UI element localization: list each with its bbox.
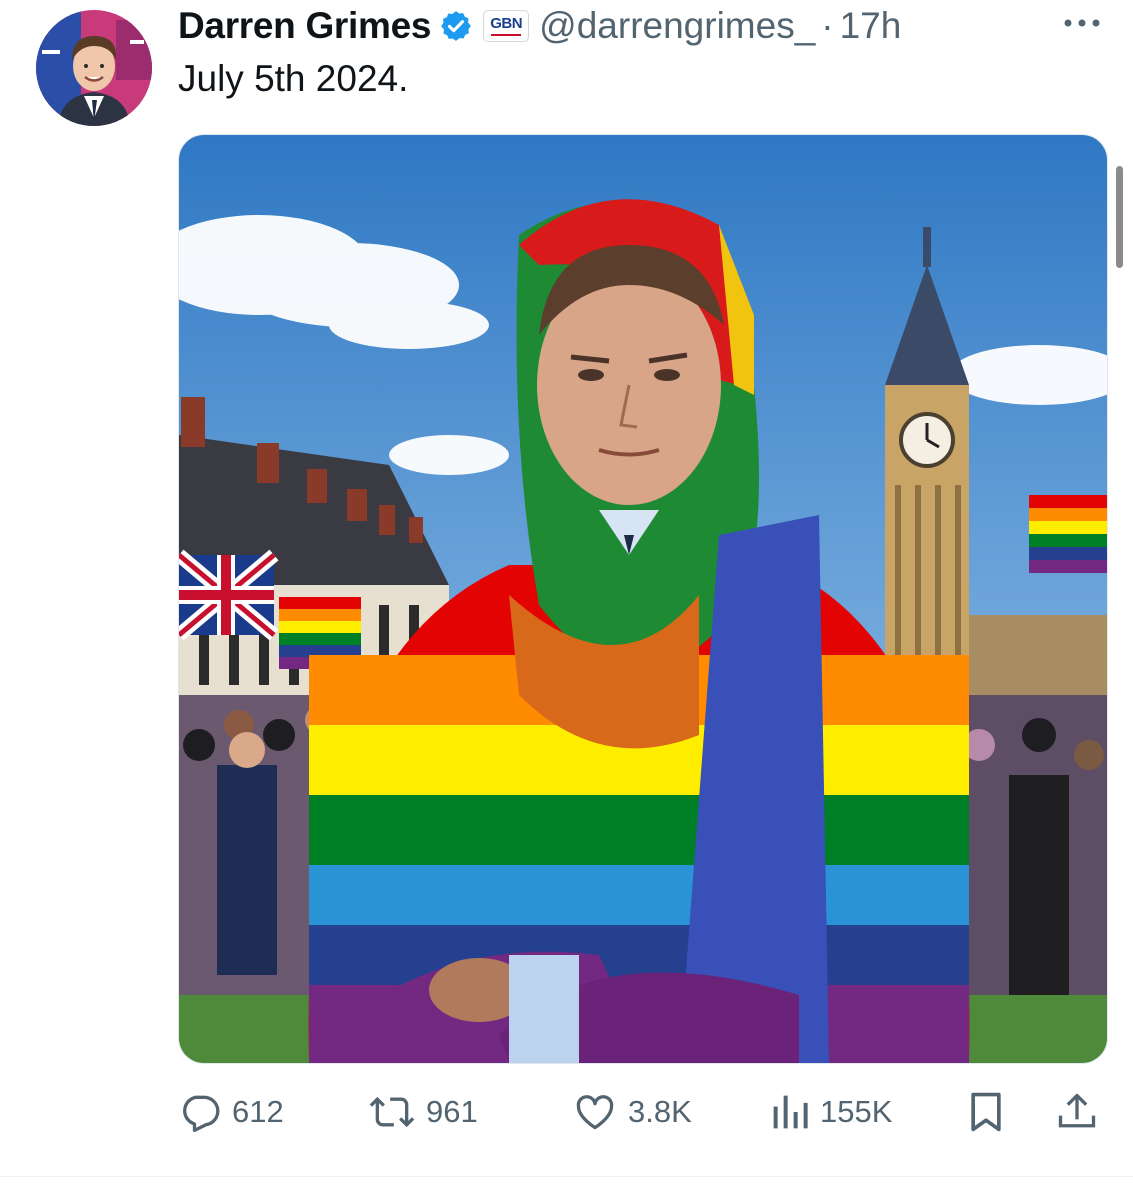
separator-dot: · (821, 5, 834, 46)
reply-button[interactable]: 612 (178, 1088, 284, 1136)
tweet-timestamp[interactable]: 17h (840, 5, 902, 47)
tweet-text: July 5th 2024. (178, 58, 409, 99)
avatar-image (36, 10, 152, 126)
scrollbar-thumb[interactable] (1116, 166, 1123, 268)
verified-badge-icon (441, 11, 472, 41)
like-count: 3.8K (628, 1094, 692, 1129)
tweet-media[interactable] (178, 134, 1108, 1064)
media-image (179, 135, 1107, 1063)
divider (0, 1176, 1133, 1177)
tweet-header: Darren Grimes GBN @darrengrimes_ · 17h (178, 2, 901, 50)
author-handle[interactable]: @darrengrimes_ (539, 5, 815, 47)
like-button[interactable]: 3.8K (572, 1088, 692, 1136)
view-count: 155K (820, 1094, 893, 1129)
bookmark-button[interactable] (966, 1088, 1006, 1136)
affiliation-badge-label: GBN (490, 15, 523, 32)
share-icon (1058, 1093, 1096, 1128)
affiliation-badge[interactable]: GBN (483, 10, 530, 42)
author-name[interactable]: Darren Grimes (178, 5, 431, 47)
repost-count: 961 (426, 1094, 478, 1129)
reply-icon (183, 1095, 220, 1132)
like-icon (576, 1095, 614, 1130)
reply-count: 612 (232, 1094, 284, 1129)
views-button[interactable]: 155K (770, 1088, 892, 1136)
share-button[interactable] (1054, 1088, 1100, 1136)
repost-icon (369, 1096, 415, 1128)
more-button[interactable] (1058, 6, 1106, 40)
views-icon (773, 1095, 808, 1129)
affiliation-badge-underline (491, 34, 522, 36)
repost-button[interactable]: 961 (368, 1088, 478, 1136)
more-icon (1064, 19, 1100, 27)
author-avatar[interactable] (36, 10, 152, 126)
bookmark-icon (971, 1092, 1001, 1132)
